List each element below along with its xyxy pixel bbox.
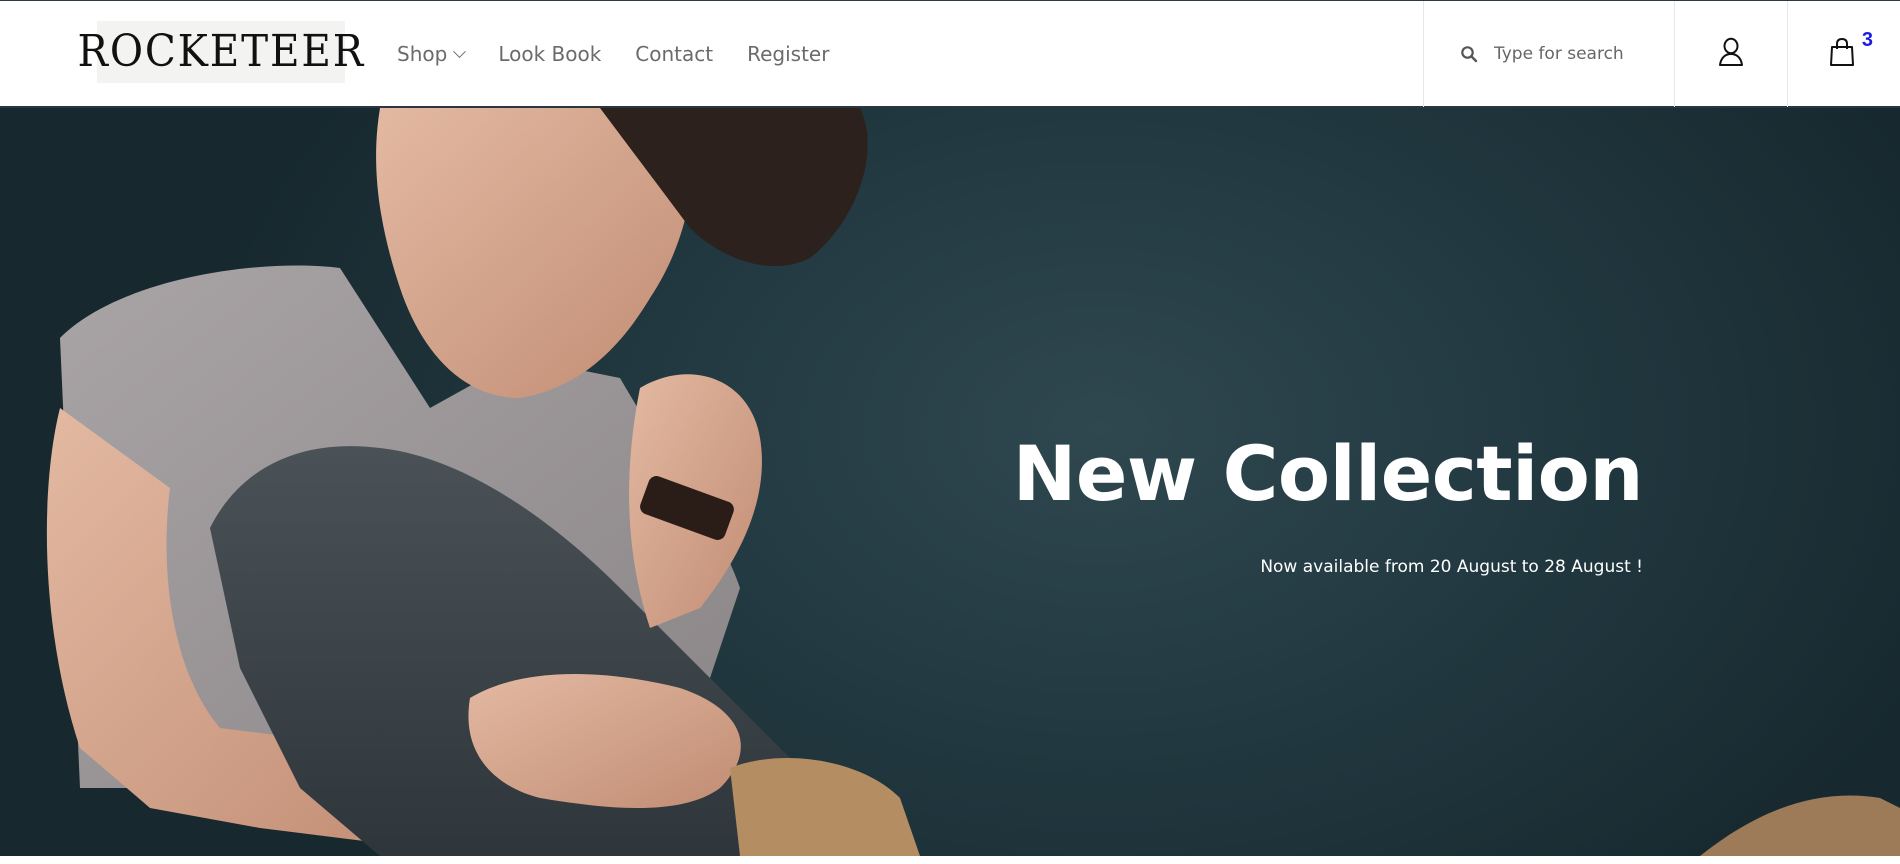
site-header: ROCKETEER Shop Look Book Contact Registe… (0, 0, 1900, 108)
user-icon (1718, 37, 1744, 72)
page-bottom-strip (0, 856, 1900, 864)
nav-item-label: Register (747, 42, 830, 66)
logo-text: ROCKETEER (77, 26, 365, 77)
page: ROCKETEER Shop Look Book Contact Registe… (0, 0, 1900, 864)
cart-icon-wrap: 3 (1829, 29, 1873, 71)
nav-item-label: Contact (635, 42, 714, 66)
account-button[interactable] (1675, 1, 1788, 107)
chevron-down-icon (453, 44, 467, 58)
search-box (1423, 1, 1675, 107)
cart-count-badge: 3 (1861, 29, 1873, 51)
hero-banner: New Collection Now available from 20 Aug… (0, 108, 1900, 856)
nav-item-shop[interactable]: Shop (397, 42, 467, 66)
main-nav: Shop Look Book Contact Register (397, 1, 863, 107)
nav-item-register[interactable]: Register (747, 42, 829, 66)
shopping-bag-icon (1829, 37, 1855, 71)
logo[interactable]: ROCKETEER (77, 21, 363, 83)
nav-item-look-book[interactable]: Look Book (498, 42, 601, 66)
hero-subtitle: Now available from 20 August to 28 Augus… (1260, 557, 1643, 577)
nav-item-label: Shop (397, 42, 448, 66)
nav-item-label: Look Book (498, 42, 602, 66)
cart-button[interactable]: 3 (1788, 1, 1900, 107)
search-icon[interactable] (1460, 45, 1478, 63)
hero-title: New Collection (1012, 428, 1644, 518)
nav-item-contact[interactable]: Contact (635, 42, 713, 66)
search-input[interactable] (1494, 44, 1654, 64)
